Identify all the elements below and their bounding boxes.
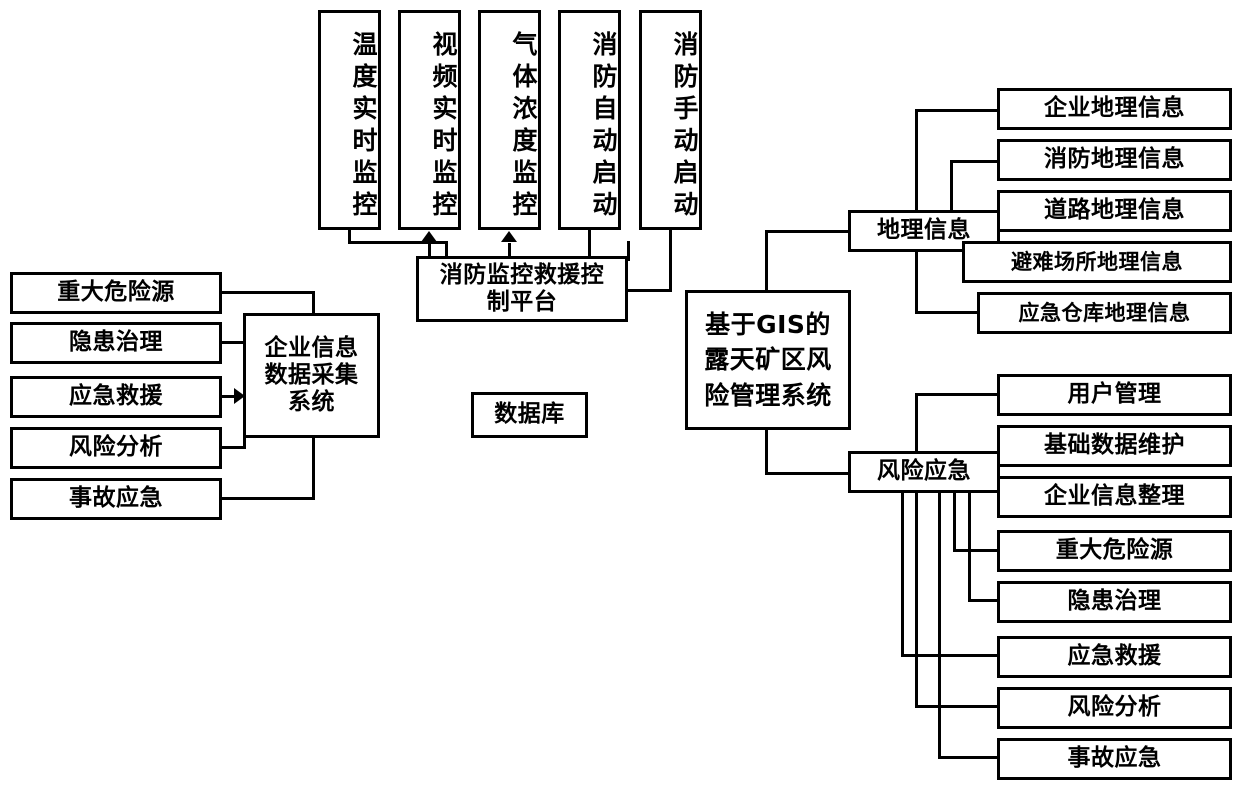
connector-gis-to-risk-v	[765, 428, 768, 475]
node-major-hazard-source-right[interactable]: 重大危险源	[997, 530, 1232, 572]
node-label: 气体浓度监控	[509, 31, 538, 223]
node-enterprise-geo-info[interactable]: 企业地理信息	[997, 88, 1232, 130]
node-label: 风险应急	[877, 458, 971, 485]
node-video-monitoring[interactable]: 视频实时监控	[398, 10, 461, 230]
node-label-line2: 露天矿区风	[704, 345, 832, 375]
node-label: 基础数据维护	[1044, 432, 1185, 459]
connector-arrow2-shaft	[428, 243, 431, 257]
node-major-hazard-source-left[interactable]: 重大危险源	[10, 272, 222, 314]
node-label: 道路地理信息	[1044, 197, 1185, 224]
node-gas-concentration-monitoring[interactable]: 气体浓度监控	[478, 10, 541, 230]
arrowhead-to-gas-monitoring	[501, 231, 517, 242]
node-label: 隐患治理	[69, 329, 163, 356]
node-fire-control-platform[interactable]: 消防监控救援控 制平台	[416, 256, 628, 322]
node-label: 企业信息整理	[1044, 483, 1185, 510]
node-label: 重大危险源	[57, 279, 175, 306]
connector-left5-h	[222, 497, 315, 500]
node-label-line2: 数据采集	[264, 361, 359, 388]
connector-risk-child4	[953, 549, 1000, 552]
connector-left1-h	[222, 291, 315, 294]
node-enterprise-data-collection-system[interactable]: 企业信息 数据采集 系统	[243, 313, 380, 438]
node-fire-auto-start[interactable]: 消防自动启动	[558, 10, 621, 230]
connector-sensor5-to-platform	[627, 289, 672, 292]
connector-gis-to-geo-v	[765, 230, 768, 292]
node-label-line1: 基于GIS的	[705, 309, 831, 339]
connector-risk-drop-7	[915, 491, 918, 707]
node-label: 应急仓库地理信息	[1018, 300, 1191, 325]
connector-risk-child8	[938, 756, 1000, 759]
node-hazard-control-right[interactable]: 隐患治理	[997, 581, 1232, 623]
connector-geo-riser-1	[915, 109, 918, 212]
node-accident-emergency-right[interactable]: 事故应急	[997, 738, 1232, 780]
node-label-line3: 险管理系统	[704, 380, 832, 410]
node-label: 事故应急	[1067, 745, 1162, 772]
connector-geo-riser-2	[950, 160, 953, 212]
node-risk-analysis-right[interactable]: 风险分析	[997, 687, 1232, 729]
connector-geo-drop-5	[915, 250, 918, 313]
connector-risk-child5	[968, 599, 1000, 602]
node-accident-emergency-left[interactable]: 事故应急	[10, 478, 222, 520]
connector-risk-child1	[915, 393, 1000, 396]
node-label: 用户管理	[1067, 381, 1162, 408]
arrowhead-to-video-monitoring	[421, 231, 437, 242]
node-shelter-geo-info[interactable]: 避难场所地理信息	[962, 241, 1232, 283]
connector-risk-drop-5	[968, 491, 971, 601]
node-enterprise-info-organization[interactable]: 企业信息整理	[997, 476, 1232, 518]
connector-risk-drop-6	[901, 491, 904, 656]
node-hazard-control-left[interactable]: 隐患治理	[10, 322, 222, 364]
node-fire-manual-start[interactable]: 消防手动启动	[639, 10, 702, 230]
node-label: 风险分析	[1067, 694, 1162, 721]
connector-risk-drop-4	[953, 491, 956, 551]
node-emergency-warehouse-geo-info[interactable]: 应急仓库地理信息	[977, 292, 1232, 334]
node-label-line2: 制平台	[486, 289, 558, 315]
connector-sensor5-drop	[669, 230, 672, 292]
connector-geo-child5	[915, 311, 980, 314]
node-label: 数据库	[494, 401, 565, 428]
connector-risk-riser-1	[915, 393, 918, 453]
node-label: 企业地理信息	[1044, 95, 1185, 122]
node-gis-risk-management-system[interactable]: 基于GIS的 露天矿区风 险管理系统	[685, 290, 851, 430]
node-label: 应急救援	[1067, 643, 1162, 670]
node-label: 重大危险源	[1055, 537, 1174, 564]
node-risk-emergency[interactable]: 风险应急	[848, 451, 1000, 493]
connector-gis-to-geo-h	[765, 230, 850, 233]
node-temperature-monitoring[interactable]: 温度实时监控	[318, 10, 381, 230]
node-label-line1: 企业信息	[264, 334, 359, 361]
connector-geo-child1	[915, 109, 1000, 112]
node-label: 事故应急	[69, 485, 163, 512]
node-label: 隐患治理	[1067, 588, 1162, 615]
node-emergency-rescue-right[interactable]: 应急救援	[997, 636, 1232, 678]
node-label: 风险分析	[69, 434, 163, 461]
node-label-line3: 系统	[288, 389, 335, 416]
node-label: 温度实时监控	[349, 31, 378, 223]
node-basic-data-maintenance[interactable]: 基础数据维护	[997, 425, 1232, 467]
connector-geo-child2	[950, 160, 1000, 163]
node-label: 避难场所地理信息	[1011, 249, 1183, 274]
node-label: 消防自动启动	[589, 31, 618, 223]
diagram-canvas: 温度实时监控 视频实时监控 气体浓度监控 消防自动启动 消防手动启动 消防监控救…	[0, 0, 1239, 792]
node-fire-geo-info[interactable]: 消防地理信息	[997, 139, 1232, 181]
node-database[interactable]: 数据库	[471, 392, 588, 438]
connector-gis-to-risk-h	[765, 472, 850, 475]
node-user-management[interactable]: 用户管理	[997, 374, 1232, 416]
node-emergency-rescue-left[interactable]: 应急救援	[10, 376, 222, 418]
connector-risk-child7	[915, 705, 1000, 708]
node-risk-analysis-left[interactable]: 风险分析	[10, 427, 222, 469]
node-road-geo-info[interactable]: 道路地理信息	[997, 190, 1232, 232]
node-label: 消防地理信息	[1044, 146, 1185, 173]
node-label: 消防手动启动	[670, 31, 699, 223]
node-label-line1: 消防监控救援控	[439, 261, 605, 288]
connector-risk-drop-8	[938, 491, 941, 758]
node-label: 视频实时监控	[429, 31, 458, 223]
node-label: 应急救援	[69, 383, 163, 410]
connector-sensor4-drop	[588, 230, 591, 258]
connector-left5-v	[312, 436, 315, 499]
